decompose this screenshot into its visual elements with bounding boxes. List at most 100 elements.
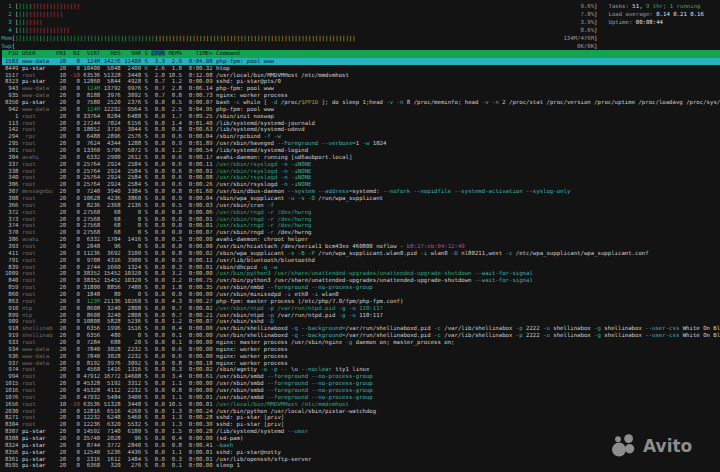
cell-virt: 124M — [83, 58, 103, 64]
cell-cpu: 0.0 — [151, 229, 168, 235]
column-header-pri[interactable]: PRI — [56, 50, 66, 56]
process-row[interactable]: 994 root 20 0 47912 16772 14608 S 0.0 3.… — [2, 373, 720, 380]
process-row[interactable]: 936 www-data 20 0 7840 3028 2232 S 0.0 0… — [2, 353, 720, 360]
cell-shr: 6156 — [124, 120, 144, 126]
process-row[interactable]: 937 www-data 20 0 8192 3976 3092 S 0.0 0… — [2, 360, 720, 367]
cell-res: 480 — [104, 332, 124, 338]
process-row[interactable]: 910 ntp 20 0 8608 3240 2808 S 0.0 0.7 0:… — [2, 305, 720, 312]
cell-pid: 918 — [2, 325, 22, 331]
cell-command: /usr/sbin/rsyslogd -n -iNONE — [216, 168, 311, 174]
cell-virt: 47932 — [83, 394, 103, 400]
process-row[interactable]: 8449 pi-star 20 0 10400 5048 2400 R 2.6 … — [2, 65, 720, 72]
cell-shr: 3448 — [124, 72, 144, 78]
process-row[interactable]: 860 root 20 0 1848 80 0 S 0.0 0.0 0:00.0… — [2, 291, 720, 298]
cell-shr: 3448 — [124, 401, 144, 407]
cell-command: /lib/systemd/systemd-udevd — [216, 126, 305, 132]
process-row[interactable]: 370 root 20 0 27568 68 0 S 0.0 0.0 0:00.… — [2, 229, 720, 236]
process-row[interactable]: 8323 pi-star 20 0 12860 5844 4928 S 0.7 … — [2, 78, 720, 85]
cell-pri: 10 — [56, 401, 70, 407]
process-row[interactable]: 2030 root 20 0 12816 6516 4260 S 0.0 1.3… — [2, 408, 720, 415]
process-row[interactable]: 338 root 20 0 25764 2924 2584 S 0.0 0.6 … — [2, 168, 720, 175]
cell-command: avahi-daemon: running [ud6aubport.local] — [216, 154, 352, 160]
process-row[interactable]: 306 root 20 0 25764 2924 2584 S 0.0 0.6 … — [2, 181, 720, 188]
cell-command: /usr/bin/shellinaboxd -q --background=/v… — [216, 325, 720, 331]
column-header-command[interactable]: Command — [216, 50, 240, 56]
cell-shr: 2808 — [124, 312, 144, 318]
cell-shr: 2840 — [124, 442, 144, 448]
cell-user: root — [22, 250, 56, 256]
process-row[interactable]: 374 root 20 0 27568 68 0 S 0.0 0.0 0:00.… — [2, 222, 720, 229]
process-row[interactable]: 393 root 20 0 2048 96 0 S 0.0 0.0 0:00.0… — [2, 243, 720, 250]
column-header-mem[interactable]: MEM% — [168, 50, 182, 56]
process-row[interactable]: 839 root 20 0 2744 1660 1324 S 0.0 0.3 0… — [2, 264, 720, 271]
process-row[interactable]: 8304 root 20 0 12236 6320 5532 S 0.0 1.3… — [2, 421, 720, 428]
process-row[interactable]: 1583 www-data 20 0 124M 14276 11480 S 3.… — [2, 58, 720, 65]
process-row[interactable]: 935 www-data 20 0 8188 3976 3092 S 0.7 0… — [2, 92, 720, 99]
column-header-virt[interactable]: VIRT — [83, 50, 100, 56]
process-row[interactable]: 933 root 20 0 7284 688 20 S 0.0 0.1 0:00… — [2, 339, 720, 346]
process-row[interactable]: 899 ntp 20 0 8608 3240 2808 S 0.0 0.7 0:… — [2, 312, 720, 319]
process-row[interactable]: 366 root 20 0 8236 2368 2136 S 0.0 0.5 0… — [2, 202, 720, 209]
cell-pri: 20 — [56, 449, 70, 455]
process-row[interactable]: 142 root 20 0 18052 3716 3044 S 0.0 0.8 … — [2, 126, 720, 133]
process-row[interactable]: 918 shellinab 20 0 6356 1996 1516 S 0.0 … — [2, 325, 720, 332]
cell-user: root — [22, 181, 56, 187]
process-row[interactable]: 1 root 20 0 33764 8284 6488 S 0.0 1.7 0:… — [2, 113, 720, 120]
process-row[interactable]: 1517 root 10 -10 63536 51328 3448 S 2.0 … — [2, 72, 720, 79]
process-row[interactable]: 340 root 20 0 25764 2924 2584 S 0.0 0.6 … — [2, 174, 720, 181]
cell-time: 0:00.01 — [185, 456, 216, 462]
process-row[interactable]: 373 root 20 0 27568 68 0 S 0.0 0.0 0:00.… — [2, 216, 720, 223]
process-row[interactable]: 308 root 20 0 10628 4236 3860 S 0.0 0.9 … — [2, 195, 720, 202]
process-row[interactable]: 337 root 20 0 25764 2924 2584 S 0.0 0.6 … — [2, 161, 720, 168]
process-row[interactable]: 113 root 20 0 27244 7024 6156 S 0.0 1.4 … — [2, 120, 720, 127]
process-row[interactable]: 8271 root 20 0 12232 6248 5460 S 0.0 1.3… — [2, 414, 720, 421]
cell-ni: 0 — [70, 312, 84, 318]
column-header-ni[interactable]: NI — [70, 50, 80, 56]
process-row[interactable]: 1009 root 20 0 38352 15452 10320 S 0.0 3… — [2, 270, 720, 277]
cell-res: 3028 — [104, 353, 124, 359]
column-header-cpu[interactable]: CPU% — [151, 50, 165, 56]
cell-cpu: 0.7 — [151, 92, 168, 98]
process-row[interactable]: 919 shellinab 20 0 6356 480 0 S 0.0 0.1 … — [2, 332, 720, 339]
cell-user: root — [22, 394, 56, 400]
cell-time: 0:09.25 — [185, 113, 216, 119]
process-row[interactable]: 8595 pi-star 20 0 6368 320 276 S 0.0 0.1… — [2, 462, 720, 469]
cell-pid: 994 — [2, 373, 22, 379]
process-row[interactable]: 8350 pi-star 20 0 7580 2520 2376 S 0.0 0… — [2, 99, 720, 106]
process-row[interactable]: 294 _rpc 20 0 6488 2896 2576 S 0.0 0.6 0… — [2, 133, 720, 140]
process-row[interactable]: 863 root 20 0 123M 21136 10268 S 0.0 4.3… — [2, 298, 720, 305]
column-header-pid[interactable]: PID — [2, 50, 19, 56]
process-row[interactable]: 909 root 20 0 10808 5828 5236 S 0.0 1.2 … — [2, 318, 720, 325]
process-row[interactable]: 372 root 20 0 27568 68 0 S 0.0 0.0 0:00.… — [2, 209, 720, 216]
process-row[interactable]: 411 root 20 0 11236 3692 3100 S 0.0 0.8 … — [2, 250, 720, 257]
process-row[interactable]: 859 root 20 0 31800 8856 7480 S 0.0 1.8 … — [2, 284, 720, 291]
cell-pid: 386 — [2, 236, 22, 242]
process-row[interactable]: 1015 root 20 0 45328 5192 3312 S 0.0 1.1… — [2, 380, 720, 387]
process-row[interactable]: 307 messagebu 20 0 7240 3940 3384 S 0.0 … — [2, 188, 720, 195]
process-row[interactable]: 840 root 20 0 38352 15452 10320 S 0.0 3.… — [2, 277, 720, 284]
process-row[interactable]: 1016 root 20 0 45328 4112 2232 S 0.0 0.8… — [2, 387, 720, 394]
process-row[interactable]: 943 www-data 20 0 124M 13792 9976 S 0.7 … — [2, 85, 720, 92]
cell-cpu: 0.0 — [151, 168, 168, 174]
process-row[interactable]: 1656 root 10 -10 63536 51328 3448 S 0.0 … — [2, 401, 720, 408]
process-row[interactable]: 974 root 20 0 4568 1416 1316 S 0.0 0.3 0… — [2, 366, 720, 373]
process-row[interactable]: 386 avahi 20 0 6332 1704 1416 S 0.0 0.3 … — [2, 236, 720, 243]
cell-ni: 0 — [70, 195, 84, 201]
process-row[interactable]: 1076 root 20 0 47932 5484 3400 S 0.0 1.1… — [2, 394, 720, 401]
process-row[interactable]: 934 www-data 20 0 7840 3028 2232 S 0.0 0… — [2, 346, 720, 353]
cell-user: root — [22, 366, 56, 372]
cell-user: root — [22, 387, 56, 393]
column-header-user[interactable]: USER — [22, 50, 53, 56]
process-row[interactable]: 301 root 20 0 13360 5796 5072 S 0.0 1.2 … — [2, 147, 720, 154]
column-header-res[interactable]: RES — [104, 50, 121, 56]
cell-shr: 10320 — [124, 270, 144, 276]
cell-res: 6516 — [104, 408, 124, 414]
process-row[interactable]: 791 root 20 0 9708 4316 3900 S 0.0 0.9 0… — [2, 257, 720, 264]
cell-shr: 0 — [124, 332, 144, 338]
process-row[interactable]: 304 avahi 20 0 6332 2900 2612 S 0.0 0.6 … — [2, 154, 720, 161]
process-row[interactable]: 942 www-data 20 0 124M 12292 9564 S 0.0 … — [2, 106, 720, 113]
column-header-time+[interactable]: TIME+ — [185, 50, 212, 56]
cell-mem: 1.1 — [168, 394, 185, 400]
process-row[interactable]: 295 root 20 0 7624 4344 1288 S 0.0 0.9 0… — [2, 140, 720, 147]
column-header-shr[interactable]: SHR — [124, 50, 141, 56]
